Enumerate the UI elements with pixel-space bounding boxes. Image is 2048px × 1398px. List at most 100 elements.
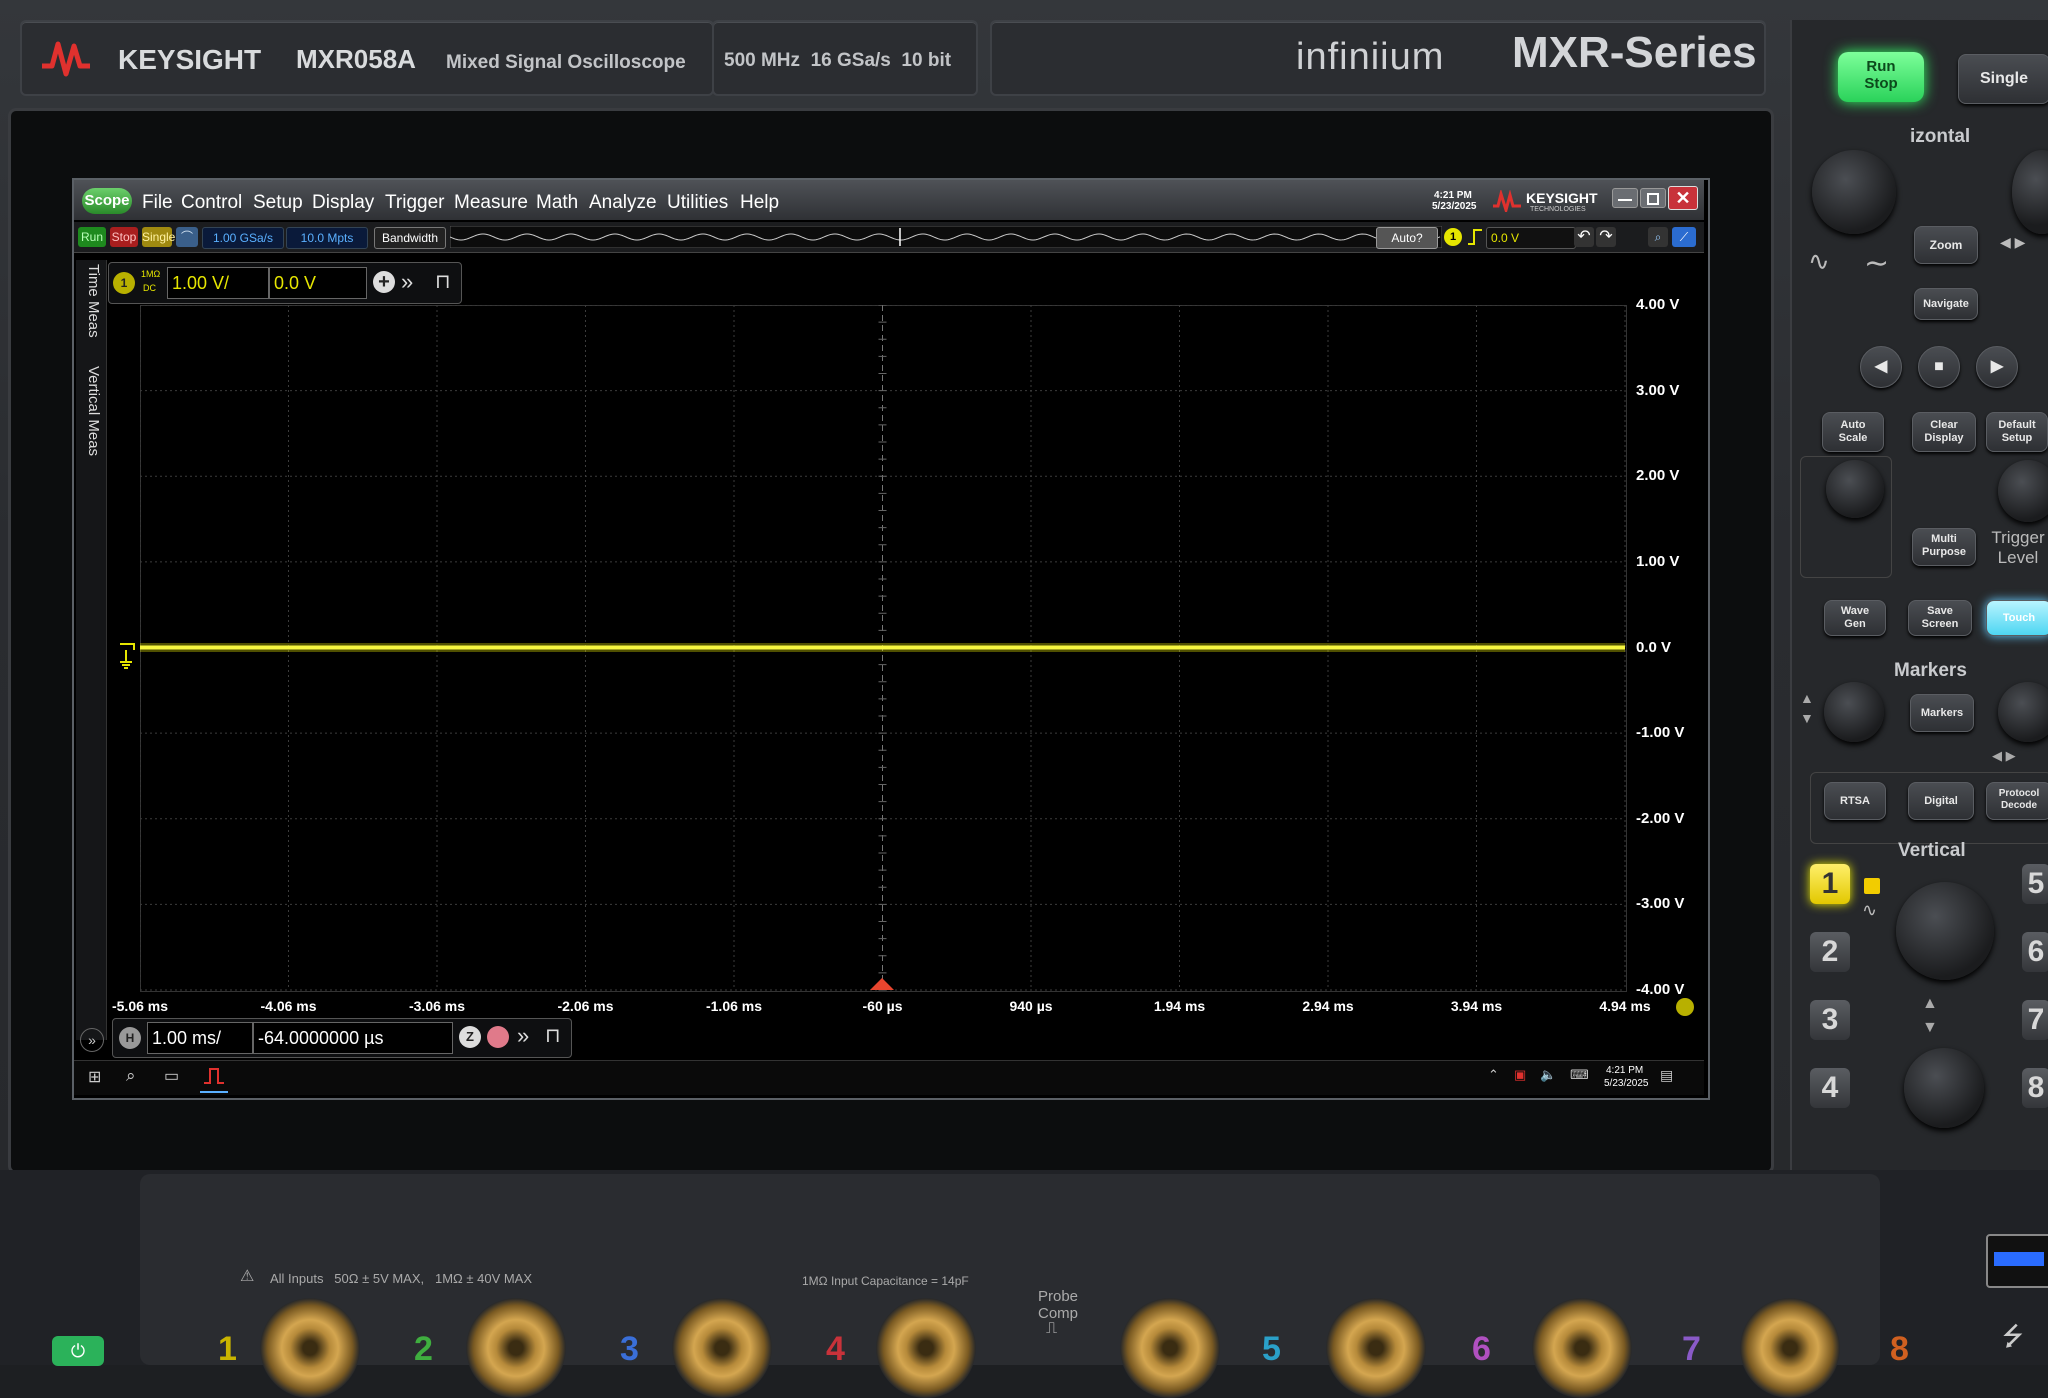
channel-input-bnc[interactable] — [1532, 1298, 1632, 1398]
horizontal-position-field[interactable]: -64.0000000 µs — [253, 1022, 453, 1054]
scope-badge[interactable]: Scope — [82, 188, 132, 214]
menu-measure[interactable]: Measure — [454, 192, 528, 214]
touch-key[interactable]: Touch — [1986, 600, 2048, 636]
channel4-key[interactable]: 4 — [1810, 1068, 1850, 1108]
minimize-button[interactable] — [1612, 188, 1638, 208]
usb-port[interactable] — [1986, 1234, 2048, 1288]
channel8-key[interactable]: 8 — [2022, 1068, 2048, 1108]
infiniium-app-taskbar-button[interactable] — [200, 1063, 228, 1093]
acquire-mode-button[interactable]: ⌒ — [176, 227, 198, 247]
menu-display[interactable]: Display — [312, 192, 374, 214]
zoom-button[interactable]: Z — [459, 1026, 481, 1048]
tab-time-meas[interactable]: Time Meas — [80, 264, 102, 354]
oscilloscope-app-icon — [204, 1068, 224, 1084]
touch-cursor-button[interactable]: ⟋ — [1672, 227, 1696, 247]
channel1-scale-field[interactable]: 1.00 V/ — [167, 267, 269, 299]
channel1-badge[interactable]: 1 — [113, 272, 135, 294]
channel-input-bnc[interactable] — [1326, 1298, 1426, 1398]
tray-chevron-up-icon[interactable]: ⌃ — [1488, 1067, 1499, 1083]
windows-start-icon[interactable]: ⊞ — [88, 1067, 101, 1087]
navigate-key[interactable]: Navigate — [1914, 288, 1978, 320]
tray-volume-icon[interactable]: 🔈 — [1540, 1067, 1556, 1083]
notification-icon[interactable]: ▤ — [1660, 1067, 1673, 1084]
channel7-key[interactable]: 7 — [2022, 1000, 2048, 1040]
channel-input-bnc[interactable] — [466, 1298, 566, 1398]
menu-utilities[interactable]: Utilities — [667, 192, 728, 214]
vertical-scale-knob[interactable] — [1896, 882, 1994, 980]
zoom-key[interactable]: Zoom — [1914, 226, 1978, 264]
channel-input-bnc[interactable] — [260, 1298, 360, 1398]
menu-analyze[interactable]: Analyze — [589, 192, 657, 214]
markers-knob-left[interactable] — [1824, 682, 1884, 742]
digital-key[interactable]: Digital — [1908, 782, 1974, 820]
memory-depth-field[interactable]: 10.0 Mpts — [286, 227, 368, 249]
undo-button[interactable]: ↶ — [1574, 227, 1594, 247]
horizontal-badge[interactable]: H — [119, 1027, 141, 1049]
maximize-button[interactable] — [1640, 188, 1666, 208]
channel1-key[interactable]: 1 — [1810, 864, 1850, 904]
stop-button[interactable]: Stop — [110, 227, 138, 247]
tray-keyboard-icon[interactable]: ⌨ — [1570, 1067, 1589, 1083]
markers-knob-right[interactable] — [1998, 682, 2048, 742]
search-button[interactable]: ⌕ — [1648, 227, 1668, 247]
save-screen-key[interactable]: Save Screen — [1908, 600, 1972, 636]
channel-input-bnc[interactable] — [1740, 1298, 1840, 1398]
menu-math[interactable]: Math — [536, 192, 578, 214]
close-button[interactable]: ✕ — [1668, 186, 1698, 210]
horizontal-more-chevron-icon[interactable]: » — [517, 1023, 529, 1049]
menu-control[interactable]: Control — [181, 192, 242, 214]
more-chevron-icon[interactable]: » — [401, 269, 413, 295]
taskbar-date: 5/23/2025 — [1604, 1078, 1649, 1089]
navigate-stop-key[interactable]: ■ — [1918, 346, 1960, 388]
trigger-level-knob[interactable] — [1998, 460, 2048, 522]
add-waveform-button[interactable]: + — [373, 271, 395, 293]
default-setup-key[interactable]: Default Setup — [1986, 412, 2048, 452]
trigger-mode-button[interactable]: Auto? — [1376, 227, 1438, 249]
single-key[interactable]: Single — [1958, 54, 2048, 104]
horizontal-position-knob[interactable] — [2012, 150, 2048, 234]
waveform-plot[interactable] — [140, 305, 1626, 991]
taskbar-search-icon[interactable]: ⌕ — [126, 1066, 136, 1086]
menu-help[interactable]: Help — [740, 192, 779, 214]
navigate-forward-key[interactable]: ▶ — [1976, 346, 2018, 388]
channel-input-bnc[interactable] — [672, 1298, 772, 1398]
expand-panel-button[interactable]: » — [80, 1028, 104, 1052]
run-stop-key[interactable]: Run Stop — [1838, 52, 1924, 102]
rtsa-key[interactable]: RTSA — [1824, 782, 1886, 820]
run-button[interactable]: Run — [78, 227, 106, 247]
channel-input-bnc[interactable] — [876, 1298, 976, 1398]
multipurpose-knob[interactable] — [1826, 460, 1884, 518]
channel2-key[interactable]: 2 — [1810, 932, 1850, 972]
channel-input-bnc[interactable] — [1120, 1298, 1220, 1398]
multi-purpose-key[interactable]: Multi Purpose — [1912, 528, 1976, 566]
bandwidth-button[interactable]: Bandwidth — [374, 227, 446, 249]
channel6-key[interactable]: 6 — [2022, 932, 2048, 972]
horizontal-scale-knob[interactable] — [1812, 150, 1896, 234]
navigate-back-key[interactable]: ◀ — [1860, 346, 1902, 388]
channel3-key[interactable]: 3 — [1810, 1000, 1850, 1040]
horizontal-scale-field[interactable]: 1.00 ms/ — [147, 1022, 253, 1054]
vertical-offset-knob[interactable] — [1904, 1048, 1984, 1128]
power-button[interactable]: ⏻ — [52, 1336, 104, 1366]
sample-rate-field[interactable]: 1.00 GSa/s — [202, 227, 284, 249]
trigger-level-field[interactable]: 0.0 V — [1486, 227, 1576, 249]
menu-file[interactable]: File — [142, 192, 173, 214]
menu-setup[interactable]: Setup — [253, 192, 303, 214]
clear-display-key[interactable]: Clear Display — [1912, 412, 1976, 452]
pin-icon[interactable]: ⊓ — [435, 269, 451, 294]
task-view-icon[interactable]: ▭ — [164, 1066, 179, 1086]
redo-button[interactable]: ↷ — [1596, 227, 1616, 247]
channel1-offset-field[interactable]: 0.0 V — [269, 267, 367, 299]
segment-button[interactable] — [487, 1026, 509, 1048]
protocol-decode-key[interactable]: Protocol Decode — [1986, 782, 2048, 820]
channel5-key[interactable]: 5 — [2022, 864, 2048, 904]
wave-gen-key[interactable]: Wave Gen — [1824, 600, 1886, 636]
auto-scale-key[interactable]: Auto Scale — [1822, 412, 1884, 452]
single-button[interactable]: Single — [142, 227, 175, 247]
markers-key[interactable]: Markers — [1910, 694, 1974, 732]
menu-trigger[interactable]: Trigger — [385, 192, 444, 214]
tray-network-icon[interactable]: ▣ — [1514, 1067, 1526, 1083]
tab-vertical-meas[interactable]: Vertical Meas — [80, 366, 102, 486]
horizontal-pin-icon[interactable]: ⊓ — [545, 1023, 561, 1048]
waveform-overview[interactable] — [450, 226, 1442, 248]
